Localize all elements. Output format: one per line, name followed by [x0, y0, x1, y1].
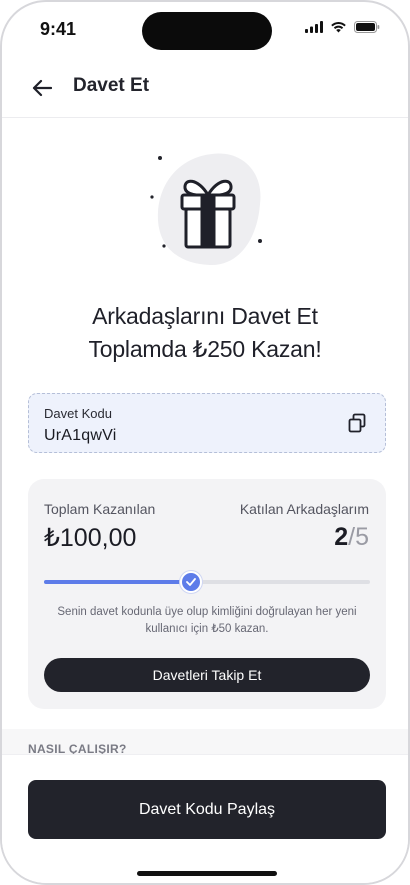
decor-dot	[258, 239, 262, 243]
progress-slider	[44, 571, 370, 593]
arrow-left-icon	[32, 79, 52, 97]
joined-friends-value: 2/5	[334, 523, 369, 552]
battery-icon	[354, 21, 380, 33]
decor-dot	[162, 244, 166, 248]
earnings-card: Toplam Kazanılan Katılan Arkadaşlarım ₺1…	[28, 479, 386, 709]
wifi-icon	[331, 22, 346, 33]
joined-count: 2	[334, 523, 349, 551]
back-button[interactable]	[28, 74, 56, 102]
status-icons	[305, 21, 380, 33]
track-invites-button[interactable]: Davetleri Takip Et	[44, 658, 370, 692]
decor-dot	[150, 195, 154, 199]
signal-icon	[305, 21, 323, 33]
invite-code-value[interactable]: UrA1qwVi	[44, 427, 116, 445]
copy-icon[interactable]	[347, 413, 367, 433]
progress-knob[interactable]	[180, 571, 202, 593]
headline: Arkadaşlarını Davet Et Toplamda ₺250 Kaz…	[2, 300, 408, 366]
total-earned-label: Toplam Kazanılan	[44, 501, 156, 517]
headline-line-2: Toplamda ₺250 Kazan!	[88, 336, 322, 362]
share-code-button[interactable]: Davet Kodu Paylaş	[28, 780, 386, 839]
headline-line-1: Arkadaşlarını Davet Et	[92, 303, 318, 329]
joined-friends-label: Katılan Arkadaşlarım	[239, 501, 369, 517]
total-earned-value: ₺100,00	[44, 524, 137, 552]
status-bar: 9:41	[2, 2, 408, 58]
invite-code-label: Davet Kodu	[44, 406, 112, 421]
bottom-action-bar: Davet Kodu Paylaş	[2, 754, 408, 883]
invite-code-box: Davet Kodu UrA1qwVi	[28, 393, 386, 453]
joined-total: /5	[348, 523, 369, 551]
status-time: 9:41	[40, 19, 77, 39]
phone-frame: 9:41 Davet Et Arkadaşlarını Davet Et Top…	[0, 0, 410, 885]
page-title: Davet Et	[73, 75, 150, 96]
dynamic-island	[142, 12, 272, 50]
progress-fill	[44, 580, 191, 584]
check-icon	[186, 578, 196, 586]
top-nav: Davet Et	[2, 58, 408, 118]
home-indicator	[137, 871, 277, 876]
decor-dot	[158, 156, 162, 160]
gift-illustration	[150, 153, 262, 266]
referral-description: Senin davet kodunla üye olup kimliğini d…	[57, 606, 357, 635]
